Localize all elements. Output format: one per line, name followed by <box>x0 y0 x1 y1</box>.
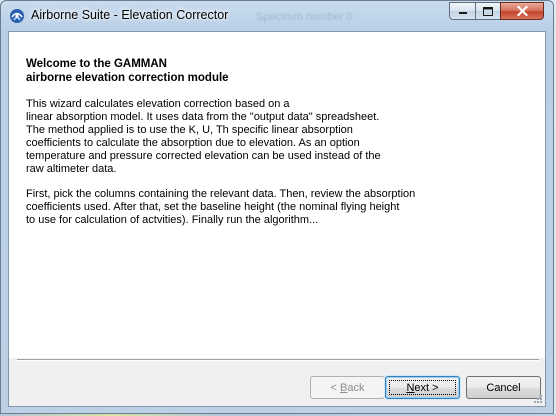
close-icon <box>516 6 528 16</box>
wizard-client-area: Welcome to the GAMMAN airborne elevation… <box>8 31 546 407</box>
description-paragraph: This wizard calculates elevation correct… <box>26 98 381 175</box>
next-button[interactable]: Next > <box>385 376 460 399</box>
resize-grip-icon[interactable] <box>532 393 542 403</box>
wizard-welcome-page: Welcome to the GAMMAN airborne elevation… <box>9 32 545 358</box>
minimize-icon <box>458 12 467 14</box>
wizard-window: Airborne Suite - Elevation Corrector Spe… <box>0 0 554 414</box>
cancel-button[interactable]: Cancel <box>466 376 541 399</box>
maximize-icon <box>483 6 493 16</box>
gamman-app-icon <box>10 9 24 23</box>
title-bar[interactable]: Airborne Suite - Elevation Corrector Spe… <box>1 1 553 29</box>
window-title: Airborne Suite - Elevation Corrector <box>31 8 229 22</box>
back-button-label: < Back <box>330 381 365 394</box>
next-button-label: Next > <box>406 381 439 394</box>
instructions-paragraph: First, pick the columns containing the r… <box>26 188 416 226</box>
page-title: Welcome to the GAMMAN airborne elevation… <box>26 58 229 84</box>
maximize-button[interactable] <box>475 2 501 20</box>
back-button[interactable]: < Back <box>310 376 385 399</box>
close-button[interactable] <box>500 2 544 20</box>
minimize-button[interactable] <box>449 2 476 20</box>
separator-line <box>17 359 539 361</box>
cancel-button-label: Cancel <box>486 381 521 394</box>
background-window-title: Spectrum number 0 <box>256 11 353 23</box>
